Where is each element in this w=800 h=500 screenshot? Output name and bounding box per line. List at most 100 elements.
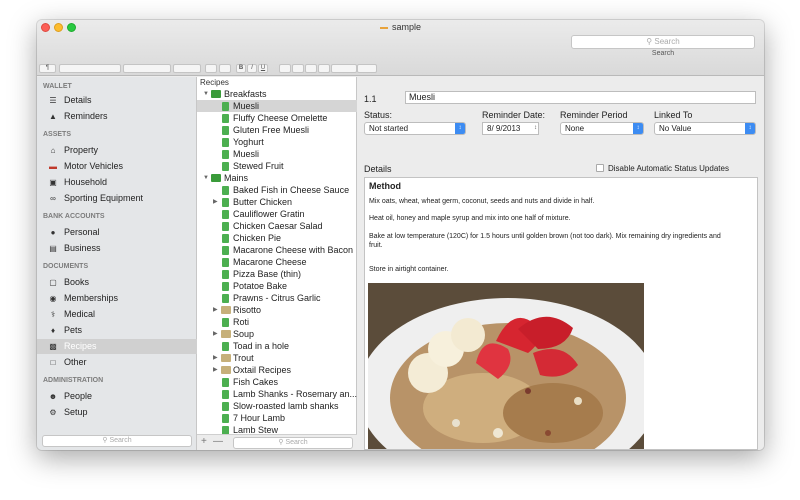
font-family-popup[interactable]	[59, 64, 121, 73]
sidebar-item-pets[interactable]: ♦ Pets	[37, 323, 197, 338]
tree-group-breakfasts[interactable]: ▼ Breakfasts	[197, 88, 357, 100]
font-style-popup[interactable]	[123, 64, 171, 73]
reminder-date-label: Reminder Date:	[482, 110, 546, 120]
folder-icon	[221, 354, 231, 362]
recipe-icon: ▩	[49, 342, 57, 351]
paragraph-style-popup[interactable]: ¶	[39, 64, 56, 73]
disclosure-closed-icon[interactable]: ▶	[213, 352, 218, 364]
list-style-popup[interactable]	[357, 64, 377, 73]
tree-item-butter-chicken[interactable]: ▶ Butter Chicken	[197, 196, 357, 208]
sidebar-item-personal[interactable]: ● Personal	[37, 225, 197, 240]
recipe-page-icon	[222, 114, 229, 123]
tree-item-lamb-shanks-rosemary[interactable]: Lamb Shanks - Rosemary an...	[197, 388, 357, 400]
sidebar-item-motor-vehicles[interactable]: ▬ Motor Vehicles	[37, 159, 197, 174]
disable-auto-status-checkbox[interactable]	[596, 164, 604, 172]
sidebar-item-recipes[interactable]: ▩ Recipes	[37, 339, 197, 354]
recipe-page-icon	[222, 210, 229, 219]
disclosure-closed-icon[interactable]: ▶	[213, 328, 218, 340]
tree-group-risotto[interactable]: ▶ Risotto	[197, 304, 357, 316]
tree-item-slow-roasted-lamb[interactable]: Slow-roasted lamb shanks	[197, 400, 357, 412]
toolbar-search-field[interactable]: ⚲ Search	[571, 35, 755, 49]
disclosure-open-icon[interactable]: ▼	[203, 88, 209, 100]
sidebar-search-field[interactable]: ⚲ Search	[42, 435, 192, 447]
tree-item-macarone-cheese-bacon[interactable]: Macarone Cheese with Bacon	[197, 244, 357, 256]
item-name-field[interactable]: Muesli	[405, 91, 756, 104]
recipe-page-icon	[222, 162, 229, 171]
line-spacing-popup[interactable]	[331, 64, 357, 73]
align-center-button[interactable]	[292, 64, 304, 73]
align-right-button[interactable]	[305, 64, 317, 73]
sidebar-item-people[interactable]: ☻ People	[37, 389, 197, 404]
details-text-view[interactable]: Method Mix oats, wheat, wheat germ, coco…	[364, 177, 758, 450]
tree-group-mains[interactable]: ▼ Mains	[197, 172, 357, 184]
tree-item-cauliflower-gratin[interactable]: Cauliflower Gratin	[197, 208, 357, 220]
add-recipe-button[interactable]: +	[201, 436, 207, 447]
recipe-page-icon	[222, 294, 229, 303]
title-bar: sample ⚲ Search Search ¶ B I U	[37, 20, 764, 76]
tree-group-oxtail-recipes[interactable]: ▶ Oxtail Recipes	[197, 364, 357, 376]
window-title: sample	[37, 22, 764, 32]
sidebar-item-other[interactable]: □ Other	[37, 355, 197, 370]
italic-button[interactable]: I	[247, 64, 257, 73]
tv-icon: ▣	[49, 178, 57, 187]
tree-item-roti[interactable]: Roti	[197, 316, 357, 328]
tree-item-muesli[interactable]: Muesli	[197, 100, 357, 112]
tree-item-chicken-caesar-salad[interactable]: Chicken Caesar Salad	[197, 220, 357, 232]
disclosure-closed-icon[interactable]: ▶	[213, 364, 218, 376]
tree-item-stewed-fruit[interactable]: Stewed Fruit	[197, 160, 357, 172]
tree-item-macarone-cheese[interactable]: Macarone Cheese	[197, 256, 357, 268]
caduceus-icon: ⚕	[50, 310, 56, 319]
piggy-bank-icon: ●	[50, 228, 56, 237]
tree-item-7-hour-lamb[interactable]: 7 Hour Lamb	[197, 412, 357, 424]
tree-item-chicken-pie[interactable]: Chicken Pie	[197, 232, 357, 244]
status-popup[interactable]: Not started ↕	[364, 122, 466, 135]
recipe-page-icon	[222, 246, 229, 255]
sidebar-item-setup[interactable]: ⚙ Setup	[37, 405, 197, 420]
disclosure-open-icon[interactable]: ▼	[203, 172, 209, 184]
method-paragraph: Heat oil, honey and maple syrup and mix …	[369, 215, 571, 222]
folder-icon	[221, 330, 231, 338]
font-size-popup[interactable]	[173, 64, 201, 73]
sidebar-item-business[interactable]: ▤ Business	[37, 241, 197, 256]
method-paragraph: Mix oats, wheat, wheat germ, coconut, se…	[369, 198, 595, 205]
sidebar-item-medical[interactable]: ⚕ Medical	[37, 307, 197, 322]
sidebar-item-details[interactable]: ☰ Details	[37, 93, 197, 108]
sidebar-item-sporting-equipment[interactable]: ∞ Sporting Equipment	[37, 191, 197, 206]
tree-item-baked-fish[interactable]: Baked Fish in Cheese Sauce	[197, 184, 357, 196]
sidebar-item-books[interactable]: ▢ Books	[37, 275, 197, 290]
recipe-page-icon	[222, 102, 229, 111]
folder-icon	[211, 90, 221, 98]
tree-group-trout[interactable]: ▶ Trout	[197, 352, 357, 364]
disclosure-closed-icon[interactable]: ▶	[213, 196, 218, 208]
document-icon	[379, 26, 388, 29]
text-color-well[interactable]	[205, 64, 217, 73]
bold-button[interactable]: B	[236, 64, 246, 73]
disclosure-closed-icon[interactable]: ▶	[213, 304, 218, 316]
sidebar-item-property[interactable]: ⌂ Property	[37, 143, 197, 158]
tree-item-toad-in-a-hole[interactable]: Toad in a hole	[197, 340, 357, 352]
tree-item-fluffy-cheese-omelette[interactable]: Fluffy Cheese Omelette	[197, 112, 357, 124]
tree-item-fish-cakes[interactable]: Fish Cakes	[197, 376, 357, 388]
sidebar-item-household[interactable]: ▣ Household	[37, 175, 197, 190]
linked-to-popup[interactable]: No Value ↕	[654, 122, 756, 135]
tree-item-yoghurt[interactable]: Yoghurt	[197, 136, 357, 148]
reminder-date-field[interactable]: 8/ 9/2013 ↕	[482, 122, 539, 135]
align-justify-button[interactable]	[318, 64, 330, 73]
highlight-color-well[interactable]	[219, 64, 231, 73]
recipes-search-field[interactable]: ⚲ Search	[233, 437, 353, 449]
tree-item-potatoe-bake[interactable]: Potatoe Bake	[197, 280, 357, 292]
tree-item-muesli-2[interactable]: Muesli	[197, 148, 357, 160]
dog-icon: ♦	[50, 326, 56, 335]
date-stepper-icon[interactable]: ↕	[534, 123, 537, 134]
sidebar-item-reminders[interactable]: ▲ Reminders	[37, 109, 197, 124]
underline-button[interactable]: U	[258, 64, 268, 73]
remove-recipe-button[interactable]: —	[213, 436, 223, 447]
tree-item-gluten-free-muesli[interactable]: Gluten Free Muesli	[197, 124, 357, 136]
sidebar-item-memberships[interactable]: ◉ Memberships	[37, 291, 197, 306]
align-left-button[interactable]	[279, 64, 291, 73]
method-paragraph: Store in airtight container.	[369, 266, 449, 273]
tree-item-prawns[interactable]: Prawns - Citrus Garlic	[197, 292, 357, 304]
reminder-period-popup[interactable]: None ↕	[560, 122, 644, 135]
tree-group-soup[interactable]: ▶ Soup	[197, 328, 357, 340]
tree-item-pizza-base[interactable]: Pizza Base (thin)	[197, 268, 357, 280]
